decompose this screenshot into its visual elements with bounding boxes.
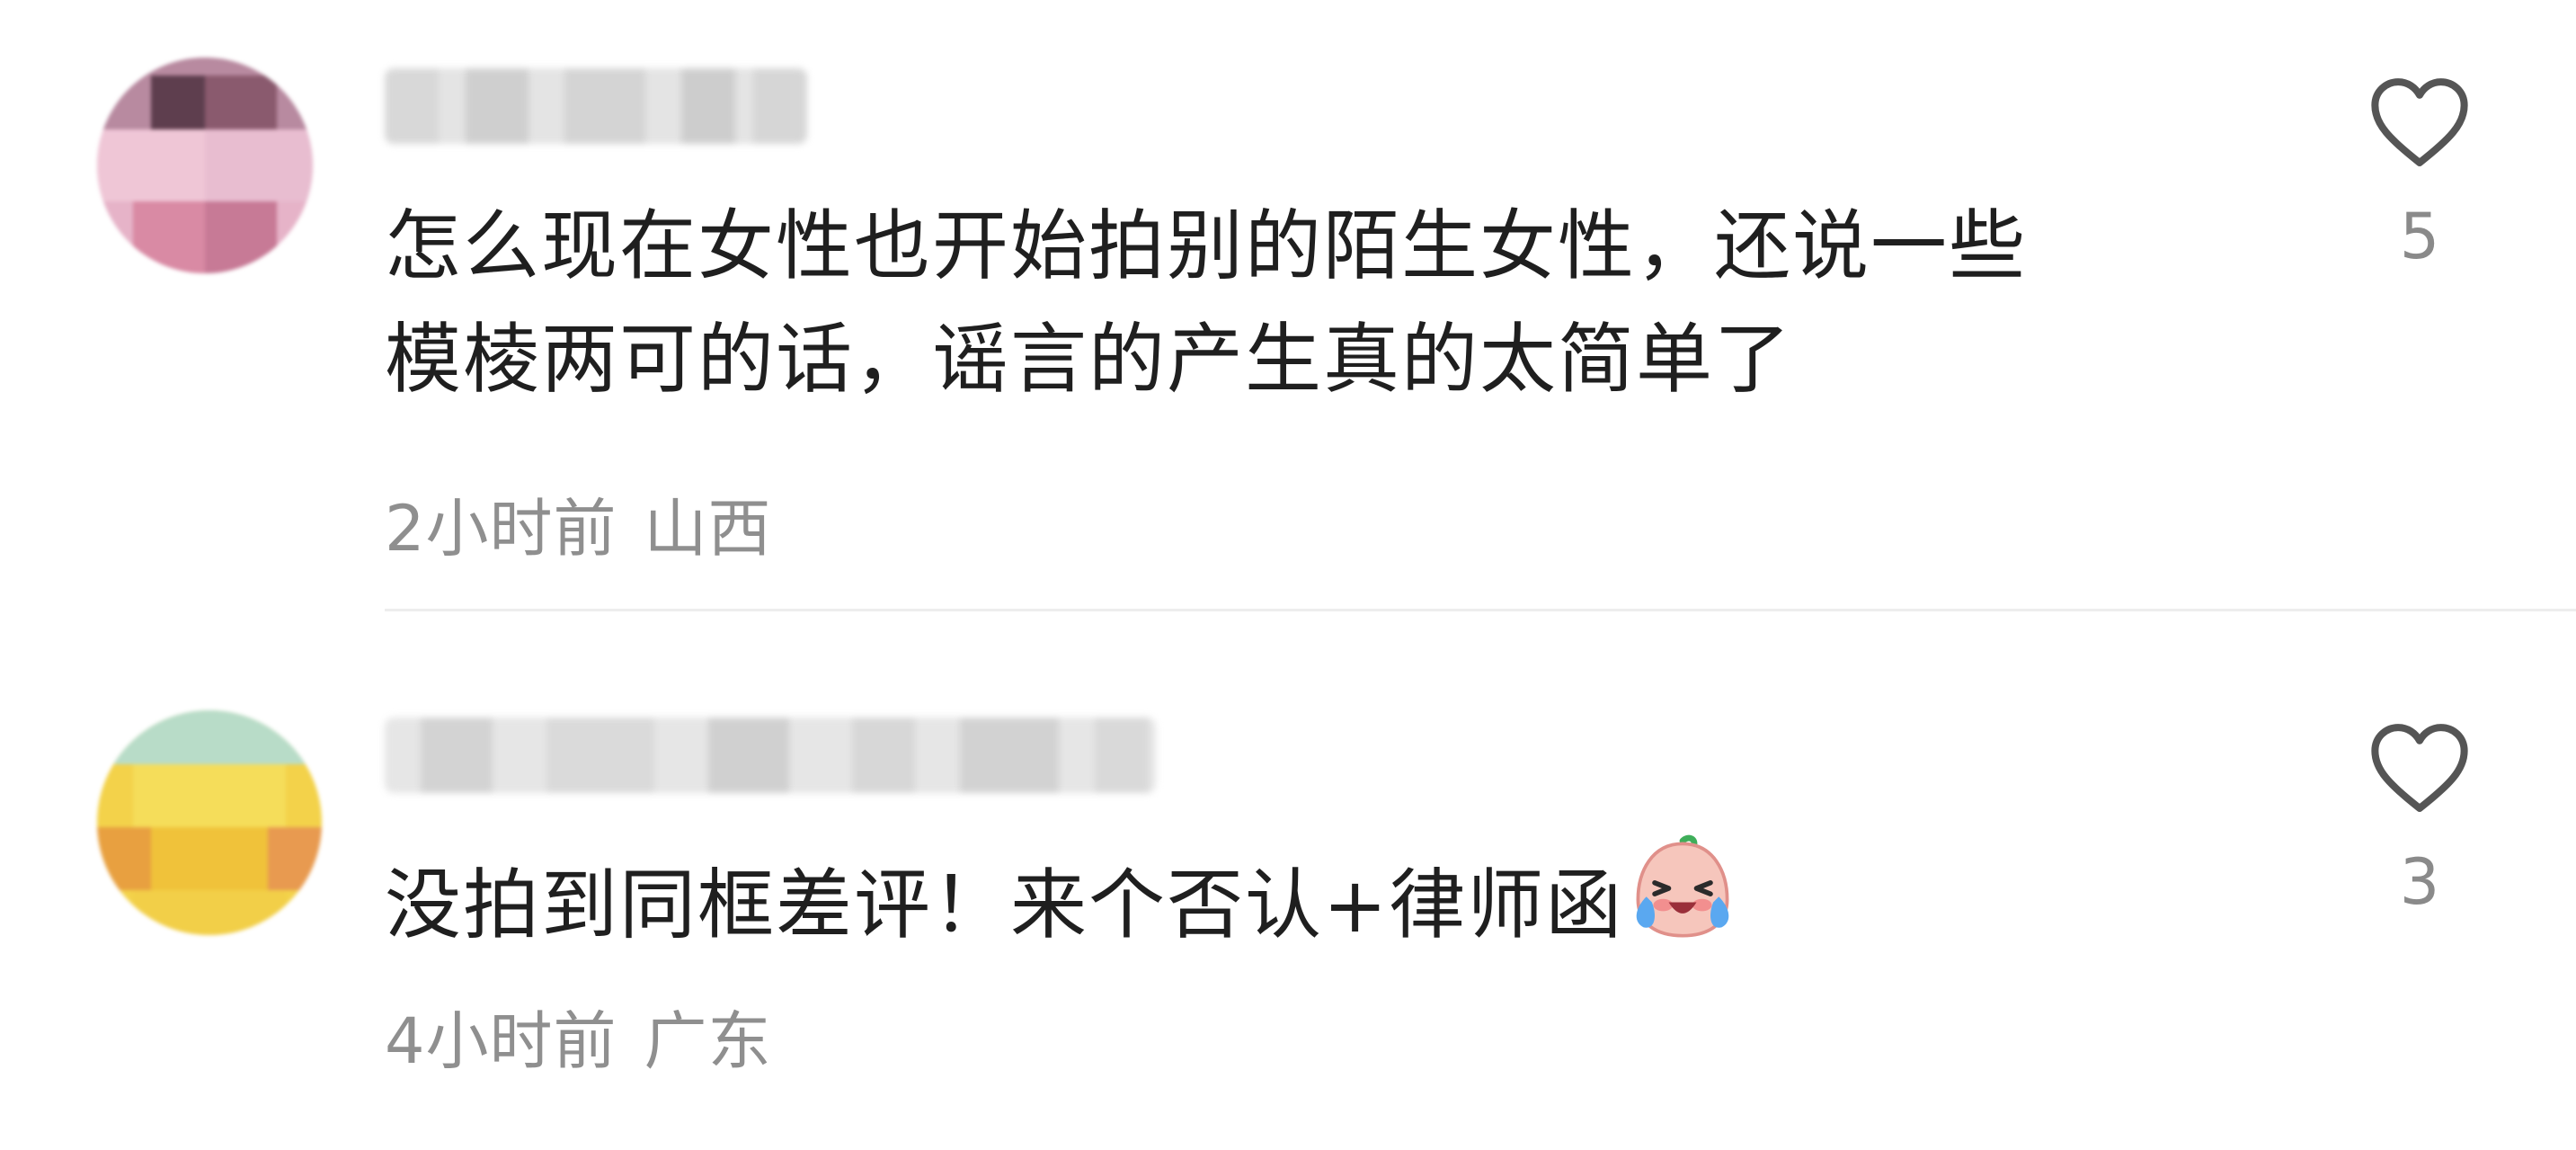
comment-item: 没拍到同框差评！来个否认+律师函 4小时前 广东 3 — [0, 611, 2576, 1150]
comment-meta: 4小时前 广东 — [385, 991, 772, 1082]
comment-text-line: 怎么现在女性也开始拍别的陌生女性，还说一些 — [385, 202, 2028, 291]
comment-text-line: 模棱两可的话，谣言的产生真的太简单了 — [385, 316, 1793, 405]
comment-time: 2小时前 — [385, 492, 617, 566]
comment-item: 怎么现在女性也开始拍别的陌生女性，还说一些 模棱两可的话，谣言的产生真的太简单了… — [0, 0, 2576, 609]
username-redacted[interactable] — [385, 718, 1156, 793]
like-count: 3 — [2399, 845, 2440, 919]
comment-text-line: 没拍到同框差评！来个否认+律师函 — [385, 861, 1624, 950]
heart-icon — [2371, 78, 2468, 166]
comment-text: 怎么现在女性也开始拍别的陌生女性，还说一些 模棱两可的话，谣言的产生真的太简单了 — [385, 191, 2027, 417]
comment-location: 广东 — [644, 1004, 772, 1078]
laughing-crying-emoji-icon — [1627, 833, 1738, 976]
like-button[interactable]: 3 — [2357, 721, 2483, 919]
comment-meta: 2小时前 山西 — [385, 478, 772, 569]
like-button[interactable]: 5 — [2357, 76, 2483, 273]
avatar[interactable] — [97, 710, 322, 935]
comment-text: 没拍到同框差评！来个否认+律师函 — [385, 833, 1738, 976]
comment-location: 山西 — [644, 492, 772, 566]
heart-icon — [2371, 724, 2468, 812]
like-count: 5 — [2399, 200, 2440, 273]
comment-time: 4小时前 — [385, 1004, 617, 1078]
username-redacted[interactable] — [385, 68, 807, 144]
avatar[interactable] — [97, 58, 313, 273]
